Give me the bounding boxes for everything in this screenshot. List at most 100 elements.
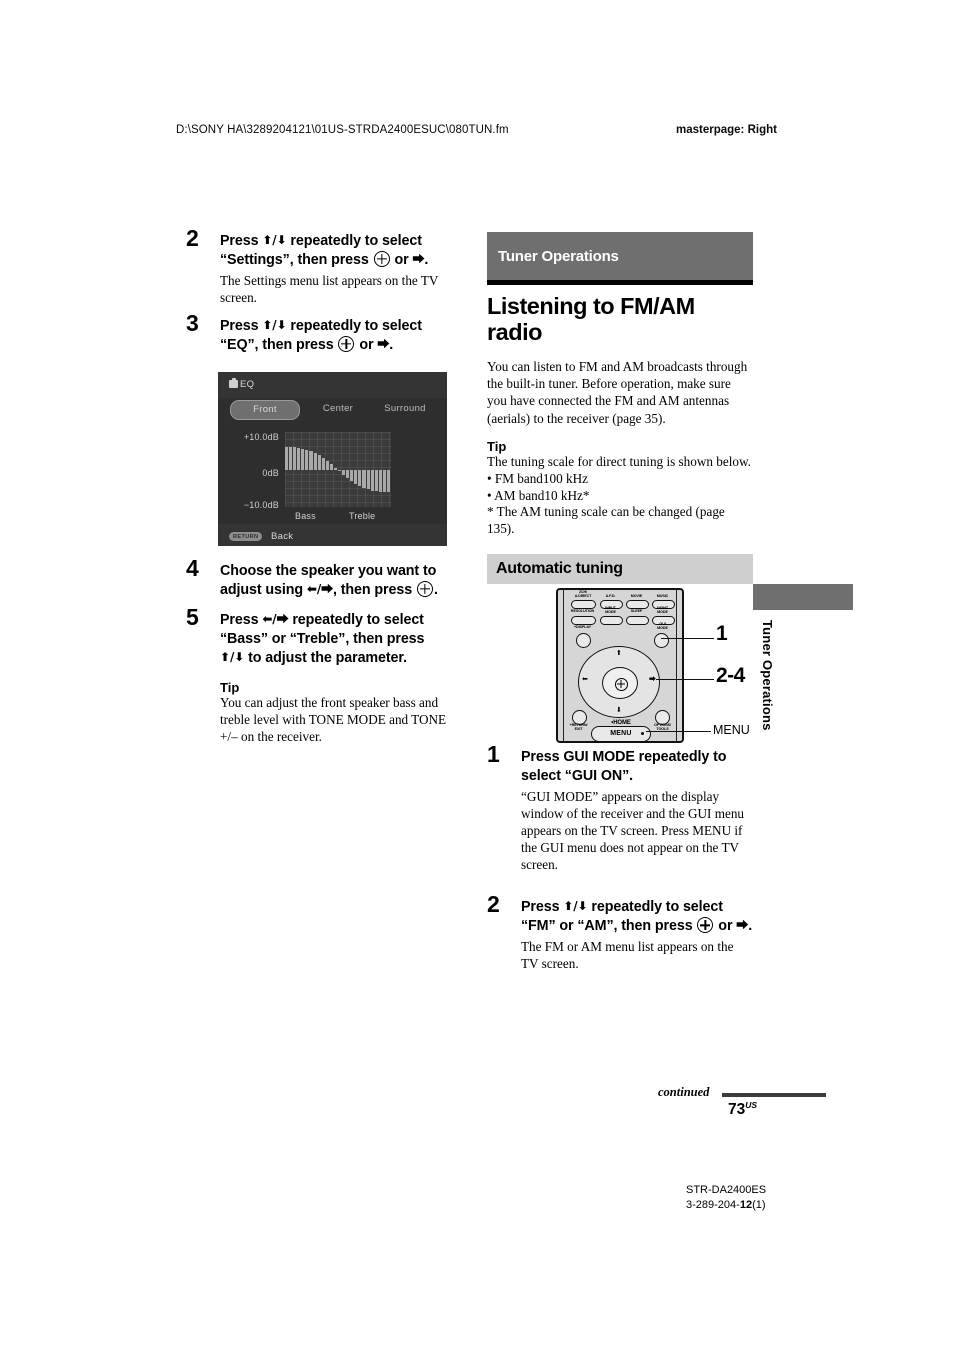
tip-bullet-fm: • FM band100 kHz [487, 470, 588, 486]
toolbox-icon [229, 377, 238, 388]
part-suffix: (1) [752, 1198, 766, 1211]
button-label-music: MUSIC [656, 594, 669, 598]
section-banner-label: Tuner Operations [498, 248, 619, 265]
step-title: Press ⬆/⬇ repeatedly to select “FM” or “… [521, 898, 753, 936]
step-body: “GUI MODE” appears on the display window… [521, 789, 745, 872]
leftright-arrow-icon: ⬅/⮕ [262, 612, 289, 626]
right-arrow-icon: ⮕ [377, 336, 390, 351]
step-title: Press GUI MODE repeatedly to select “GUI… [521, 749, 727, 784]
updown-arrow-icon: ⬆/⬇ [563, 899, 588, 914]
header-masterpage: masterpage: Right [676, 124, 777, 136]
button-display[interactable] [576, 633, 591, 648]
step-text: or [355, 336, 378, 353]
dpad-up-icon[interactable]: ⬆ [616, 650, 622, 657]
eq-tab-bar: Front Center Surround [218, 398, 447, 420]
step-text: Press [521, 899, 564, 916]
section-banner: Tuner Operations [487, 232, 753, 280]
button-movie[interactable] [626, 600, 649, 609]
button-menu[interactable]: MENU [591, 726, 651, 742]
right-step-2: 2 Press ⬆/⬇ repeatedly to select “FM” or… [487, 893, 753, 973]
button-label-night-mode: NIGHT MODE [657, 606, 668, 614]
eq-tab-front[interactable]: Front [230, 400, 300, 420]
eq-x-label-bass: Bass [295, 511, 316, 521]
return-badge[interactable]: RETURN [229, 532, 263, 541]
enter-button-icon [614, 677, 628, 691]
button-label-input-mode: INPUT MODE [605, 606, 616, 614]
tip-heading: Tip [487, 438, 507, 454]
eq-x-label-treble: Treble [349, 511, 376, 521]
button-label-gui-mode: GUI MODE [657, 622, 668, 630]
button-2ch-adirect[interactable] [571, 600, 596, 609]
button-resolution[interactable] [571, 616, 596, 625]
step-text: . [389, 336, 394, 353]
updown-arrow-icon: ⬆/⬇ [262, 317, 287, 332]
dpad-left-icon[interactable]: ⬅ [582, 676, 588, 683]
tip-heading: Tip [220, 680, 240, 695]
step-text: . [433, 582, 438, 598]
eq-tab-center[interactable]: Center [310, 400, 366, 418]
step-text: Press [220, 317, 263, 334]
subsection-banner-label: Automatic tuning [496, 560, 623, 578]
model-name: STR-DA2400ES [686, 1184, 767, 1196]
left-column: 2 Press ⬆/⬇ repeatedly to select “Settin… [186, 227, 448, 363]
leftright-arrow-icon: ⬅/⮕ [306, 582, 334, 596]
callout-line-menu [646, 731, 711, 733]
step-3: 3 Press ⬆/⬇ repeatedly to select “EQ”, t… [186, 311, 448, 355]
right-step-1: 1 Press GUI MODE repeatedly to select “G… [487, 743, 753, 873]
enter-button-icon [697, 917, 714, 934]
button-label-afd: A.F.D. [605, 594, 616, 598]
right-arrow-icon: ⮕ [412, 252, 425, 266]
button-gui-mode[interactable] [654, 633, 669, 648]
eq-y-label-min: −10.0dB [243, 500, 279, 510]
step-4: 4 Choose the speaker you want to adjust … [186, 557, 448, 600]
step-body: The Settings menu list appears on the TV… [220, 273, 439, 305]
eq-curve-graph [285, 432, 391, 507]
callout-2-4: 2-4 [716, 664, 745, 687]
step-title: Press ⬅/⮕ repeatedly to select “Bass” or… [220, 611, 448, 668]
subsection-banner: Automatic tuning [487, 554, 753, 585]
remote-control-diagram: 2CH/ A.DIRECT A.F.D. MOVIE MUSIC RESOLUT… [556, 588, 766, 748]
step-number: 3 [186, 309, 199, 336]
eq-bar [386, 469, 391, 492]
button-label-resolution: RESOLUTION [570, 609, 595, 613]
left-column-lower: 4 Choose the speaker you want to adjust … [186, 557, 448, 754]
updown-arrow-icon: ⬆/⬇ [220, 650, 245, 664]
button-label-sleep: SLEEP [630, 609, 643, 613]
step-number: 4 [186, 555, 199, 581]
dpad-down-icon[interactable]: ⬇ [616, 707, 622, 714]
enter-button-icon [373, 251, 390, 267]
step-2: 2 Press ⬆/⬇ repeatedly to select “Settin… [186, 227, 448, 307]
button-label-2ch-adirect: 2CH/ A.DIRECT [574, 590, 592, 598]
step-number: 1 [487, 741, 500, 767]
remote-body: 2CH/ A.DIRECT A.F.D. MOVIE MUSIC RESOLUT… [556, 588, 684, 743]
eq-tab-surround[interactable]: Surround [373, 400, 437, 418]
enter-button-icon [416, 581, 433, 597]
callout-1: 1 [716, 622, 728, 645]
tip-footnote: * The AM tuning scale can be changed (pa… [487, 504, 725, 537]
part-prefix: 3-289-204- [686, 1198, 740, 1211]
page-number-value: 73 [728, 1101, 746, 1119]
callout-line-1 [661, 638, 714, 640]
step-text: or [390, 252, 413, 268]
button-label-return-exit: +RETURN/ EXIT [569, 723, 588, 731]
eq-back-label[interactable]: Back [271, 531, 293, 542]
step-5: 5 Press ⬅/⮕ repeatedly to select “Bass” … [186, 606, 448, 746]
right-column: Tuner Operations Listening to FM/AM radi… [487, 232, 753, 585]
step-number: 2 [186, 225, 199, 251]
eq-bar-series [285, 432, 391, 507]
manual-page: D:\SONY HA\3289204121\01US-STRDA2400ESUC… [0, 0, 954, 1350]
dpad[interactable]: ⬆ ⬇ ⬅ ⮕ [578, 646, 660, 718]
button-label-movie: MOVIE [630, 594, 643, 598]
page-number-suffix: US [745, 1100, 758, 1110]
callout-line-2-4 [656, 679, 714, 681]
step-text: to adjust the parameter. [244, 650, 407, 666]
right-column-steps: 1 Press GUI MODE repeatedly to select “G… [487, 743, 753, 981]
dpad-right-icon[interactable]: ⮕ [649, 676, 656, 683]
button-input-mode[interactable] [600, 616, 623, 625]
dpad-enter-button[interactable] [602, 667, 638, 699]
menu-dot-icon [641, 731, 644, 735]
step-body: The FM or AM menu list appears on the TV… [521, 939, 734, 972]
step-number: 5 [186, 604, 199, 630]
step-text: or [714, 918, 737, 935]
button-sleep[interactable] [626, 616, 649, 625]
